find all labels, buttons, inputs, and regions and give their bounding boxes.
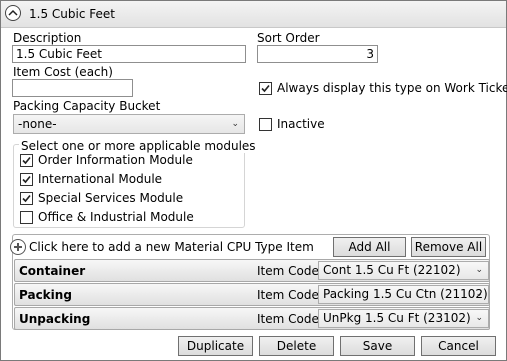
save-button[interactable]: Save	[340, 336, 415, 356]
item-code-select[interactable]: Packing 1.5 Cu Ctn (21102) ⌄	[318, 285, 489, 304]
sort-order-label: Sort Order	[257, 31, 320, 45]
chevron-down-icon: ⌄	[475, 313, 483, 323]
delete-button[interactable]: Delete	[259, 336, 334, 356]
always-display-label: Always display this type on Work Tickets	[277, 81, 507, 95]
inactive-checkbox[interactable]	[259, 118, 272, 131]
module-label-special-services: Special Services Module	[38, 191, 184, 205]
always-display-checkbox[interactable]	[259, 82, 272, 95]
item-code-value: Packing 1.5 Cu Ctn (21102)	[323, 287, 488, 301]
module-checkbox-office-industrial[interactable]	[20, 211, 33, 224]
packing-bucket-value: -none-	[18, 117, 57, 131]
item-code-value: Cont 1.5 Cu Ft (22102)	[323, 263, 461, 277]
chevron-down-icon: ⌄	[475, 265, 483, 275]
item-code-label: Item Code:	[257, 288, 323, 302]
item-code-value: UnPkg 1.5 Cu Ft (23102)	[323, 311, 471, 325]
module-checkbox-international[interactable]	[20, 173, 33, 186]
chevron-down-icon: ⌄	[475, 289, 483, 299]
add-all-button[interactable]: Add All	[333, 237, 406, 257]
cancel-button[interactable]: Cancel	[421, 336, 496, 356]
material-type-panel: 1.5 Cubic Feet Description 1.5 Cubic Fee…	[0, 0, 507, 361]
item-code-label: Item Code:	[257, 264, 323, 278]
description-input[interactable]: 1.5 Cubic Feet	[12, 45, 246, 63]
modules-legend: Select one or more applicable modules	[19, 139, 258, 153]
material-row-name: Unpacking	[19, 312, 91, 326]
packing-bucket-label: Packing Capacity Bucket	[13, 99, 161, 113]
material-row-unpacking: Unpacking Item Code: UnPkg 1.5 Cu Ft (23…	[14, 307, 490, 330]
item-cost-label: Item Cost (each)	[13, 65, 113, 79]
duplicate-button[interactable]: Duplicate	[178, 336, 253, 356]
material-row-name: Packing	[19, 288, 72, 302]
remove-all-button[interactable]: Remove All	[411, 237, 486, 257]
module-label-international: International Module	[38, 172, 163, 186]
description-label: Description	[13, 31, 82, 45]
module-label-office-industrial: Office & Industrial Module	[38, 210, 194, 224]
item-code-label: Item Code:	[257, 312, 323, 326]
panel-title: 1.5 Cubic Feet	[29, 7, 115, 21]
material-row-packing: Packing Item Code: Packing 1.5 Cu Ctn (2…	[14, 283, 490, 306]
packing-bucket-select[interactable]: -none- ⌄	[13, 114, 245, 134]
item-code-select[interactable]: Cont 1.5 Cu Ft (22102) ⌄	[318, 261, 489, 280]
inactive-label: Inactive	[277, 117, 325, 131]
module-label-order-information: Order Information Module	[38, 153, 193, 167]
panel-header: 1.5 Cubic Feet	[1, 1, 506, 28]
add-material-item-link[interactable]: Click here to add a new Material CPU Typ…	[29, 240, 314, 254]
add-circle-icon[interactable]	[10, 239, 26, 255]
module-checkbox-special-services[interactable]	[20, 192, 33, 205]
chevron-down-icon: ⌄	[231, 119, 239, 129]
material-row-name: Container	[19, 264, 86, 278]
material-row-container: Container Item Code: Cont 1.5 Cu Ft (221…	[14, 259, 490, 282]
collapse-up-icon[interactable]	[5, 5, 21, 21]
item-code-select[interactable]: UnPkg 1.5 Cu Ft (23102) ⌄	[318, 309, 489, 328]
module-checkbox-order-information[interactable]	[20, 154, 33, 167]
item-cost-input[interactable]	[12, 79, 133, 97]
sort-order-input[interactable]: 3	[257, 45, 378, 63]
